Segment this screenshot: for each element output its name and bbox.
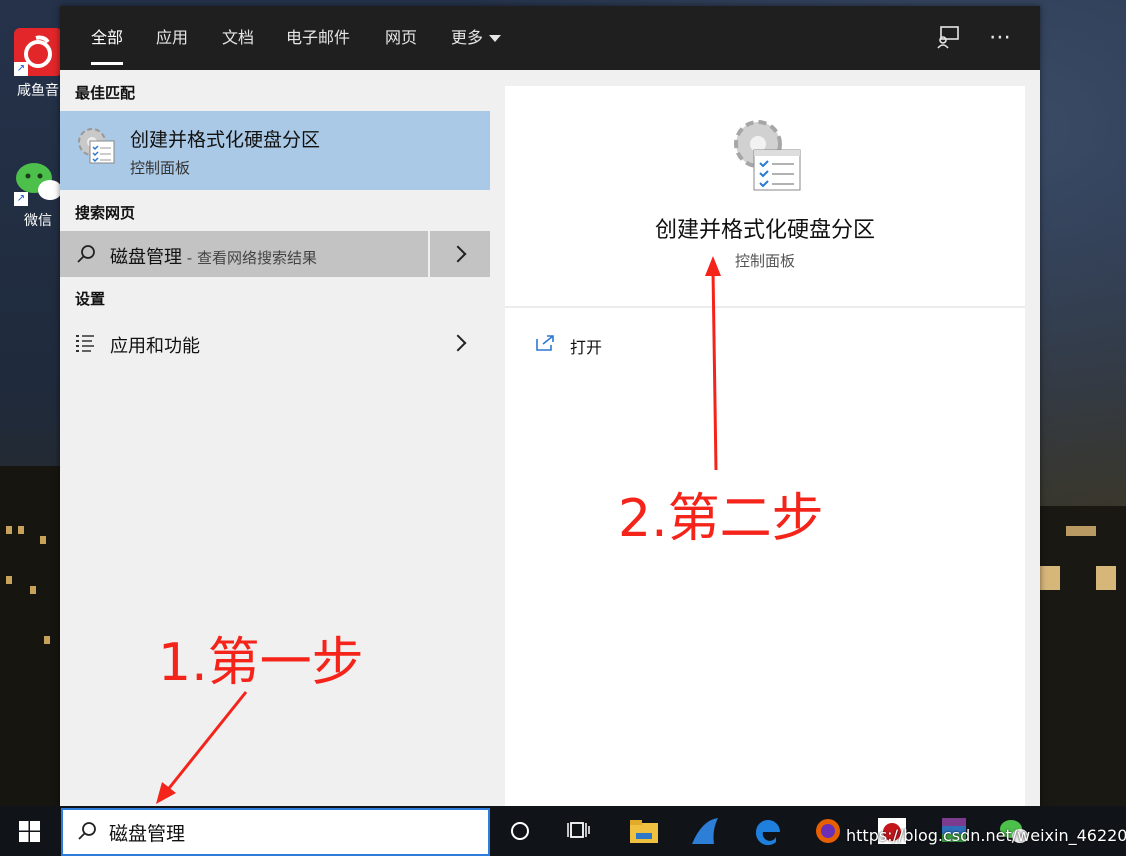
annotation-step1: 1.第一步 <box>158 633 364 693</box>
watermark-text: https://blog.csdn.net/weixin_46220666 <box>846 826 1126 845</box>
windows-logo-icon <box>19 821 40 842</box>
taskbar: https://blog.csdn.net/weixin_46220666 <box>0 806 1126 856</box>
file-explorer-icon[interactable] <box>626 814 662 848</box>
search-icon <box>78 822 96 840</box>
task-view-icon[interactable] <box>562 814 598 848</box>
annotation-step2: 2.第二步 <box>618 489 824 549</box>
taskbar-search-box[interactable] <box>61 808 490 856</box>
annotation-arrows <box>156 256 721 804</box>
shark-app-icon[interactable] <box>688 814 724 848</box>
cortana-icon[interactable] <box>504 814 540 848</box>
start-button[interactable] <box>0 806 60 856</box>
firefox-icon[interactable] <box>810 814 846 848</box>
search-input[interactable] <box>107 818 471 846</box>
edge-browser-icon[interactable] <box>750 814 786 848</box>
